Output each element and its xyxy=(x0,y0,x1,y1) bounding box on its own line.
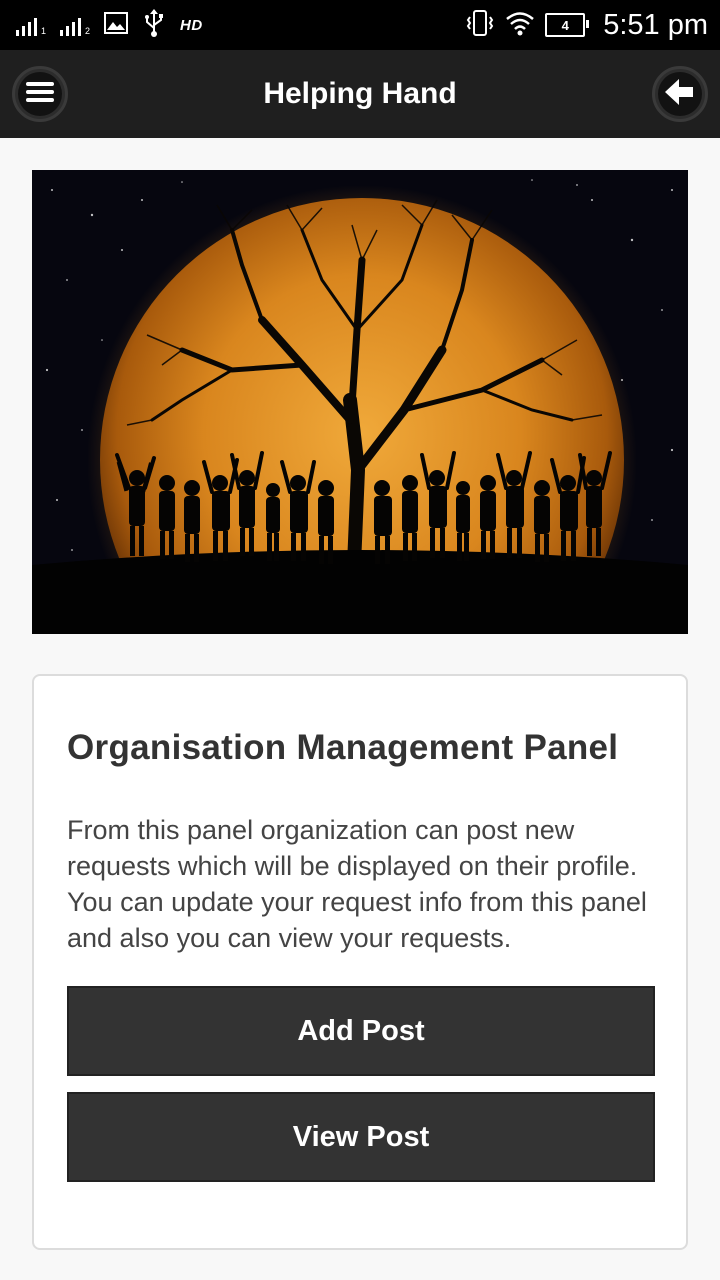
hero-image xyxy=(32,170,688,634)
gallery-icon xyxy=(104,11,129,39)
signal-sim1-icon: 1 xyxy=(16,14,46,36)
wifi-icon xyxy=(505,10,535,41)
menu-button[interactable] xyxy=(12,66,68,122)
moon-tree-children-image xyxy=(32,170,688,634)
add-post-button[interactable]: Add Post xyxy=(67,986,655,1076)
panel-description: From this panel organization can post ne… xyxy=(67,815,647,953)
panel-title: Organisation Management Panel xyxy=(67,728,619,767)
vibrate-icon xyxy=(465,9,495,42)
status-bar: 1 2 HD 4 5:51 pm xyxy=(0,0,720,50)
back-button[interactable] xyxy=(652,66,708,122)
hamburger-menu-icon xyxy=(26,81,54,108)
sim2-label: 2 xyxy=(85,26,91,36)
network-type-label: HD xyxy=(180,16,203,34)
sim1-label: 1 xyxy=(41,26,47,36)
battery-level: 4 xyxy=(561,17,569,33)
clock: 5:51 pm xyxy=(603,8,708,41)
status-bar-right: 4 5:51 pm xyxy=(465,0,708,50)
management-panel-card: Organisation Management Panel From this … xyxy=(32,674,688,1250)
app-bar: Helping Hand xyxy=(0,50,720,138)
view-post-button[interactable]: View Post xyxy=(67,1092,655,1182)
arrow-left-icon xyxy=(665,78,695,110)
status-bar-left: 1 2 HD xyxy=(16,0,203,50)
battery-icon: 4 xyxy=(545,13,590,37)
app-title: Helping Hand xyxy=(263,77,457,110)
signal-sim2-icon: 2 xyxy=(60,14,90,36)
usb-icon xyxy=(142,8,166,43)
